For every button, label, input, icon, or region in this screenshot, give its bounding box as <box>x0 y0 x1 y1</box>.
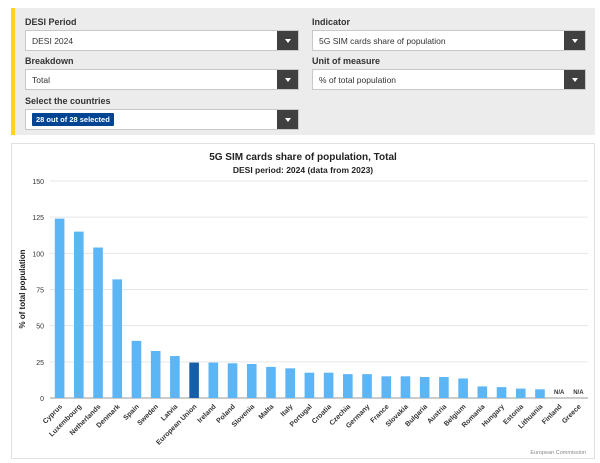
y-tick-label: 25 <box>36 360 44 367</box>
desi-period-select[interactable]: DESI 2024 <box>25 30 299 51</box>
bar[interactable] <box>189 362 199 398</box>
desi-period-label: DESI Period <box>25 17 77 27</box>
chart-subtitle: DESI period: 2024 (data from 2023) <box>233 165 373 175</box>
bar[interactable] <box>419 377 430 398</box>
chevron-down-icon[interactable] <box>564 31 585 50</box>
x-tick-label: Ireland <box>197 403 218 424</box>
bar[interactable] <box>304 372 315 398</box>
bar[interactable] <box>323 372 334 398</box>
na-label: N/A <box>554 390 565 396</box>
chevron-down-icon[interactable] <box>564 70 585 89</box>
bar[interactable] <box>458 378 468 398</box>
x-tick-label: Greece <box>561 403 583 425</box>
bar[interactable] <box>362 374 372 398</box>
y-tick-labels: 0 25 50 75 100 125 150 <box>32 179 44 403</box>
breakdown-select[interactable]: Total <box>25 69 299 90</box>
bar[interactable] <box>150 350 161 398</box>
bar[interactable] <box>170 356 180 398</box>
chevron-down-icon[interactable] <box>277 70 298 89</box>
y-tick-label: 75 <box>36 288 44 295</box>
desi-period-value: DESI 2024 <box>32 35 74 46</box>
na-label: N/A <box>573 390 584 396</box>
breakdown-value: Total <box>32 74 50 85</box>
x-tick-label: Italy <box>280 403 295 418</box>
indicator-value: 5G SIM cards share of population <box>319 35 446 46</box>
credit-label: European Commission <box>530 450 586 456</box>
x-tick-labels: CyprusLuxembourgNetherlandsDenmark SpainS… <box>42 403 583 446</box>
y-tick-label: 100 <box>32 251 44 258</box>
bar[interactable] <box>227 363 238 398</box>
bar[interactable] <box>266 366 276 398</box>
y-tick-label: 0 <box>40 396 44 403</box>
chevron-down-icon[interactable] <box>277 110 298 129</box>
countries-select[interactable]: 28 out of 28 selected <box>25 109 299 130</box>
bar[interactable] <box>343 374 353 398</box>
filter-panel: DESI Period DESI 2024 Indicator 5G SIM c… <box>11 8 595 135</box>
indicator-select[interactable]: 5G SIM cards share of population <box>312 30 586 51</box>
bar-chart: 5G SIM cards share of population, Total … <box>18 152 588 456</box>
gridlines <box>50 180 588 399</box>
x-tick-label: Malta <box>258 403 276 421</box>
y-tick-label: 125 <box>32 215 44 222</box>
countries-label: Select the countries <box>25 96 111 106</box>
bar[interactable] <box>54 218 65 398</box>
x-tick-label: Sweden <box>136 403 160 427</box>
unit-value: % of total population <box>319 74 397 85</box>
bar[interactable] <box>439 377 449 398</box>
bar[interactable] <box>381 376 392 398</box>
breakdown-label: Breakdown <box>25 56 74 66</box>
bar[interactable] <box>74 231 84 398</box>
unit-select[interactable]: % of total population <box>312 69 586 90</box>
y-tick-label: 50 <box>36 324 44 331</box>
bar[interactable] <box>246 364 257 398</box>
unit-label: Unit of measure <box>312 56 381 66</box>
chart-title: 5G SIM cards share of population, Total <box>209 152 397 163</box>
bar[interactable] <box>496 387 507 398</box>
y-axis-label: % of total population <box>18 249 27 328</box>
bar[interactable] <box>515 388 526 398</box>
selected-count-badge: 28 out of 28 selected <box>32 113 114 126</box>
countries-value-wrap: 28 out of 28 selected <box>26 113 277 126</box>
bar[interactable] <box>535 389 545 398</box>
x-tick-label: Finland <box>541 403 564 426</box>
chart-panel: 5G SIM cards share of population, Total … <box>11 143 595 459</box>
y-tick-label: 150 <box>32 179 44 186</box>
bar[interactable] <box>285 368 295 398</box>
bars: N/A N/A <box>54 218 584 398</box>
bar[interactable] <box>477 386 488 398</box>
bar[interactable] <box>93 247 103 398</box>
bar[interactable] <box>131 340 142 398</box>
bar[interactable] <box>208 362 219 398</box>
bar[interactable] <box>112 279 123 398</box>
chevron-down-icon[interactable] <box>277 31 298 50</box>
bar[interactable] <box>400 376 411 398</box>
indicator-label: Indicator <box>312 17 351 27</box>
